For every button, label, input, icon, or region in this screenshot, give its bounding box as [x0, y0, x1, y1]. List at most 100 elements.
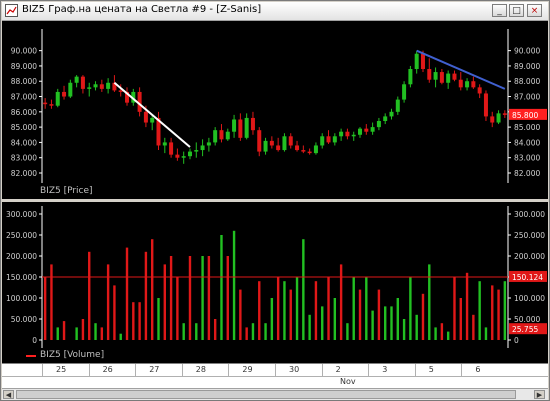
maximize-button[interactable]: □ — [509, 4, 524, 17]
volume-series-label: BIZ5 [Volume] — [40, 350, 105, 360]
candle-body — [219, 130, 224, 140]
volume-bar — [459, 298, 462, 340]
price-right-tick-label: 88.000 — [514, 77, 540, 86]
candle-body — [213, 130, 218, 143]
day-divider — [135, 364, 137, 376]
month-labels-row: Nov — [2, 376, 548, 388]
volume-bar — [195, 323, 198, 340]
volume-right-tick-label: 100.000 — [514, 294, 545, 303]
candle-body — [62, 91, 67, 97]
close-button[interactable]: × — [527, 4, 542, 17]
price-tick-label: 84.000 — [11, 138, 37, 147]
price-right-tick-label: 90.000 — [514, 47, 540, 56]
volume-bar — [56, 327, 59, 340]
price-chart-panel[interactable]: 90.000 90.000 89.000 89.000 88.000 88.000 87.0… — [2, 21, 548, 199]
volume-bar — [207, 256, 211, 340]
volume-bar — [472, 314, 475, 340]
candle-body — [490, 116, 495, 123]
volume-bar — [226, 256, 229, 340]
volume-bar — [94, 323, 97, 340]
last-price-label: 85.800 — [512, 111, 538, 120]
price-right-tick-label: 82.000 — [514, 169, 540, 178]
candle-body — [263, 140, 268, 152]
volume-bar — [321, 306, 324, 340]
candle-body — [288, 136, 293, 146]
volume-level-label: 150.124 — [512, 273, 543, 282]
candle-body — [269, 140, 274, 146]
candle-body — [162, 142, 167, 146]
candle-body — [68, 82, 73, 97]
candle-body — [250, 117, 255, 131]
candle-body — [43, 102, 48, 105]
candle-body — [307, 151, 312, 154]
candle-body — [118, 90, 123, 92]
day-divider — [461, 364, 463, 376]
price-tick-label: 86.000 — [11, 108, 37, 117]
trendline-white — [113, 82, 191, 148]
price-chart[interactable]: 90.000 90.000 89.000 89.000 88.000 88.000 87.0… — [2, 21, 548, 185]
candle-body — [326, 136, 331, 143]
volume-bar — [503, 281, 507, 340]
minimize-button[interactable]: _ — [492, 4, 507, 17]
volume-bar — [75, 327, 78, 340]
price-series-label: BIZ5 [Price] — [40, 186, 93, 196]
volume-bar — [169, 256, 173, 340]
volume-tick-label: 300.000 — [6, 210, 37, 219]
volume-bar — [358, 289, 362, 340]
volume-chart[interactable]: 300.000 300.000 250.000 250.000 200.000 200.0… — [2, 202, 548, 350]
candle-body — [376, 121, 381, 128]
volume-bar — [491, 285, 494, 340]
scroll-right-button[interactable]: ▶ — [534, 390, 545, 399]
candle-body — [452, 73, 457, 80]
candle-body — [358, 128, 363, 135]
day-divider — [275, 364, 276, 376]
volume-right-tick-label: 50.000 — [514, 315, 540, 324]
volume-chart-panel[interactable]: 300.000 300.000 250.000 250.000 200.000 200.0… — [2, 202, 548, 350]
volume-bar — [132, 302, 135, 340]
candle-body — [483, 93, 488, 117]
volume-bar — [428, 264, 431, 340]
volume-tick-label: 250.000 — [6, 231, 37, 240]
candle-body — [87, 87, 92, 89]
time-axis[interactable]: 25 26 27 28 29 30 2 3 5 6 Nov — [2, 363, 548, 388]
volume-bar — [258, 281, 261, 340]
scroll-left-button[interactable]: ◀ — [3, 390, 14, 399]
volume-bar — [440, 323, 444, 340]
day-divider — [228, 364, 230, 376]
volume-bar — [176, 277, 179, 340]
candle-body — [295, 145, 300, 151]
volume-right-tick-label: 0 — [514, 336, 519, 345]
candle-body — [232, 119, 237, 132]
volume-bar — [239, 289, 242, 340]
volume-bar — [213, 319, 217, 340]
volume-bar — [384, 306, 387, 340]
title-bar[interactable]: BIZ5 Граф.на цената на Светла #9 - [Z-Sa… — [2, 2, 548, 21]
scrollbar-thumb[interactable] — [16, 390, 516, 399]
candle-body — [408, 69, 413, 85]
volume-bar — [421, 293, 425, 340]
volume-bar — [497, 289, 500, 340]
candle-body — [169, 142, 174, 155]
volume-bar — [402, 319, 406, 340]
volume-bar — [289, 289, 292, 340]
day-label: 28 — [195, 365, 206, 374]
volume-bar — [346, 323, 349, 340]
candle-body — [181, 156, 186, 158]
price-right-tick-label: 83.000 — [514, 154, 540, 163]
candle-body — [339, 131, 344, 137]
candle-body — [433, 72, 438, 80]
volume-bar — [62, 321, 66, 340]
volume-bar — [43, 277, 47, 340]
candle-body — [446, 73, 451, 83]
candle-body — [194, 150, 199, 152]
volume-legend: BIZ5 [Volume] — [2, 349, 548, 363]
volume-bar — [396, 298, 399, 340]
volume-bar — [144, 251, 148, 340]
volume-bar — [151, 239, 154, 340]
volume-bar — [371, 310, 374, 340]
candle-body — [313, 145, 318, 154]
volume-tick-label: 200.000 — [6, 252, 37, 261]
horizontal-scrollbar[interactable]: ◀ ▶ — [2, 388, 548, 400]
price-right-tick-label: 89.000 — [514, 62, 540, 71]
volume-tick-label: 50.000 — [11, 315, 37, 324]
